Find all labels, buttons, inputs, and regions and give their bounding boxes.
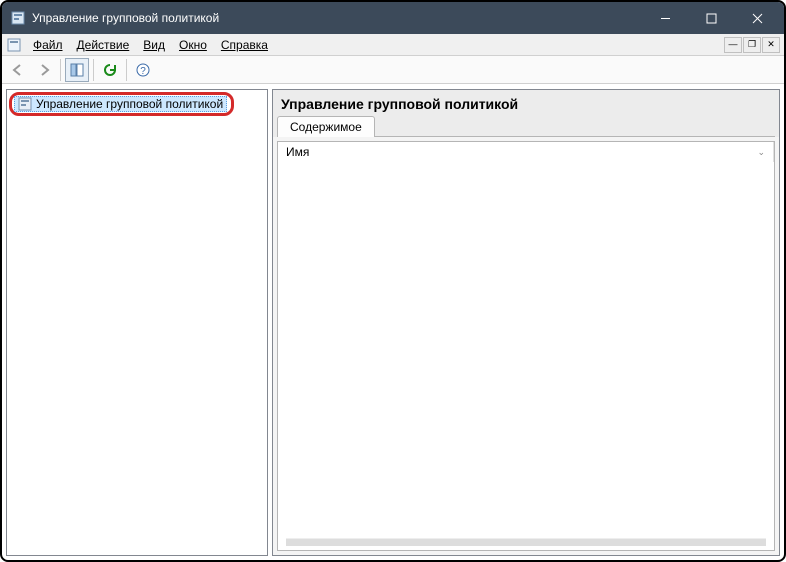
toolbar: ? [2, 56, 784, 84]
mmc-icon [6, 37, 22, 53]
tab-contents[interactable]: Содержимое [277, 116, 375, 137]
menu-help[interactable]: Справка [214, 38, 275, 52]
app-icon [10, 10, 26, 26]
help-button[interactable]: ? [131, 58, 155, 82]
nav-back-button[interactable] [6, 58, 30, 82]
tabs-row: Содержимое [273, 116, 779, 137]
menu-window[interactable]: Окно [172, 38, 214, 52]
window-title: Управление групповой политикой [32, 11, 642, 25]
tree-root-label: Управление групповой политикой [36, 97, 223, 111]
content-pane: Управление групповой политикой Содержимо… [272, 89, 780, 556]
column-header-row: Имя ⌄ [278, 142, 774, 162]
mdi-close-button[interactable]: ✕ [762, 37, 780, 53]
menu-file[interactable]: Файл [26, 38, 70, 52]
column-header-name-label: Имя [286, 145, 309, 159]
list-body[interactable] [278, 162, 774, 538]
toolbar-separator [93, 59, 94, 81]
menu-view[interactable]: Вид [136, 38, 172, 52]
titlebar: Управление групповой политикой [2, 2, 784, 34]
menubar: Файл Действие Вид Окно Справка — ❐ ✕ [2, 34, 784, 56]
content-heading: Управление групповой политикой [273, 90, 779, 116]
show-hide-tree-button[interactable] [65, 58, 89, 82]
svg-text:?: ? [140, 66, 146, 77]
mdi-restore-button[interactable]: ❐ [743, 37, 761, 53]
tabs-spacer [375, 136, 775, 137]
minimize-button[interactable] [642, 3, 688, 33]
app-window: Управление групповой политикой Файл Дейс… [0, 0, 786, 562]
toolbar-separator [126, 59, 127, 81]
mdi-minimize-button[interactable]: — [724, 37, 742, 53]
column-header-name[interactable]: Имя ⌄ [278, 142, 774, 162]
refresh-button[interactable] [98, 58, 122, 82]
close-button[interactable] [734, 3, 780, 33]
tree-root-node[interactable]: Управление групповой политикой [9, 92, 234, 116]
list-view[interactable]: Имя ⌄ [277, 141, 775, 551]
horizontal-scrollbar[interactable] [286, 538, 766, 546]
maximize-button[interactable] [688, 3, 734, 33]
nav-forward-button[interactable] [32, 58, 56, 82]
toolbar-separator [60, 59, 61, 81]
sort-indicator-icon: ⌄ [757, 147, 765, 158]
tree-pane[interactable]: Управление групповой политикой [6, 89, 268, 556]
console-root-icon [18, 97, 32, 111]
menu-action[interactable]: Действие [70, 38, 137, 52]
body-area: Управление групповой политикой Управлени… [2, 84, 784, 560]
